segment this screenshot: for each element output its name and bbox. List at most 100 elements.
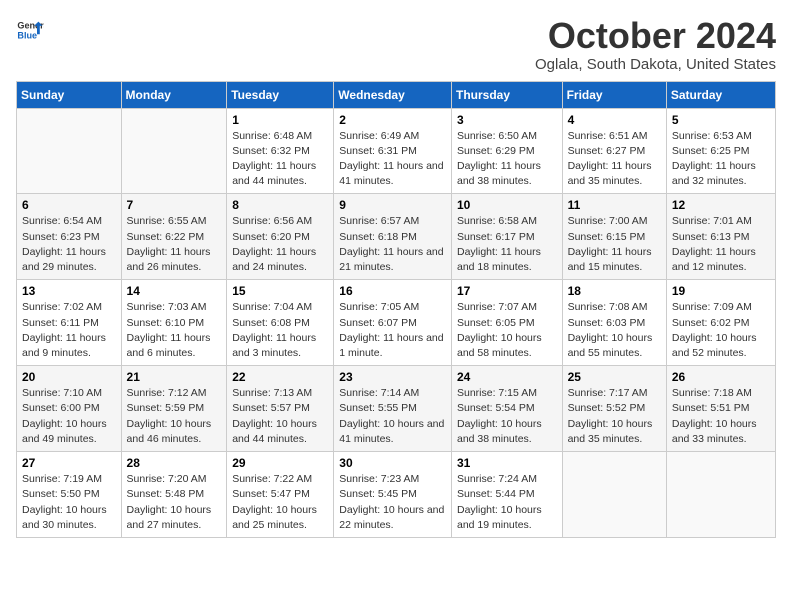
day-number: 9 — [339, 198, 446, 212]
calendar-day-cell: 22Sunrise: 7:13 AM Sunset: 5:57 PM Dayli… — [227, 366, 334, 452]
day-number: 20 — [22, 370, 116, 384]
calendar-day-cell: 27 Sunrise: 7:19 AM Sunset: 5:50 PM Dayli… — [17, 452, 122, 538]
day-number: 25 — [568, 370, 661, 384]
day-info: Sunrise: 6:49 AM Sunset: 6:31 PM Dayligh… — [339, 129, 446, 190]
logo: General Blue — [16, 16, 44, 44]
day-number: 10 — [457, 198, 557, 212]
day-info: Sunrise: 7:17 AM Sunset: 5:52 PM Dayligh… — [568, 386, 661, 447]
day-number: 29 — [232, 456, 328, 470]
day-info: Sunrise: 6:58 AM Sunset: 6:17 PM Dayligh… — [457, 214, 557, 275]
day-info: Sunrise: 7:10 AM Sunset: 6:00 PM Dayligh… — [22, 386, 116, 447]
day-number: 19 — [672, 284, 770, 298]
day-info: Sunrise: 7:04 AM Sunset: 6:08 PM Dayligh… — [232, 300, 328, 361]
day-info: Sunrise: 7:24 AM Sunset: 5:44 PM Dayligh… — [457, 472, 557, 533]
calendar-day-cell: 8 Sunrise: 6:56 AM Sunset: 6:20 PM Daylig… — [227, 194, 334, 280]
day-info: Sunrise: 6:51 AM Sunset: 6:27 PM Dayligh… — [568, 129, 661, 190]
calendar-day-cell: 2Sunrise: 6:49 AM Sunset: 6:31 PM Daylig… — [334, 108, 452, 194]
calendar-day-cell: 26Sunrise: 7:18 AM Sunset: 5:51 PM Dayli… — [666, 366, 775, 452]
day-number: 3 — [457, 113, 557, 127]
day-info: Sunrise: 7:19 AM Sunset: 5:50 PM Dayligh… — [22, 472, 116, 533]
calendar-day-cell: 19 Sunrise: 7:09 AM Sunset: 6:02 PM Dayli… — [666, 280, 775, 366]
day-number: 14 — [127, 284, 222, 298]
location: Oglala, South Dakota, United States — [535, 56, 776, 73]
day-number: 22 — [232, 370, 328, 384]
calendar-day-cell: 12Sunrise: 7:01 AM Sunset: 6:13 PM Dayli… — [666, 194, 775, 280]
day-info: Sunrise: 6:55 AM Sunset: 6:22 PM Dayligh… — [127, 214, 222, 275]
day-number: 1 — [232, 113, 328, 127]
month-title: October 2024 — [535, 16, 776, 56]
calendar-day-cell: 23 Sunrise: 7:14 AM Sunset: 5:55 PM Dayli… — [334, 366, 452, 452]
day-number: 26 — [672, 370, 770, 384]
day-info: Sunrise: 7:08 AM Sunset: 6:03 PM Dayligh… — [568, 300, 661, 361]
day-info: Sunrise: 7:05 AM Sunset: 6:07 PM Dayligh… — [339, 300, 446, 361]
calendar-day-cell: 24 Sunrise: 7:15 AM Sunset: 5:54 PM Dayli… — [451, 366, 562, 452]
calendar-day-cell — [17, 108, 122, 194]
calendar-day-cell: 3 Sunrise: 6:50 AM Sunset: 6:29 PM Daylig… — [451, 108, 562, 194]
day-number: 15 — [232, 284, 328, 298]
day-number: 5 — [672, 113, 770, 127]
day-of-week-header: Saturday — [666, 81, 775, 108]
day-number: 30 — [339, 456, 446, 470]
calendar-day-cell: 29 Sunrise: 7:22 AM Sunset: 5:47 PM Dayli… — [227, 452, 334, 538]
day-number: 28 — [127, 456, 222, 470]
day-info: Sunrise: 7:09 AM Sunset: 6:02 PM Dayligh… — [672, 300, 770, 361]
calendar-week-row: 13Sunrise: 7:02 AM Sunset: 6:11 PM Dayli… — [17, 280, 776, 366]
day-of-week-header: Friday — [562, 81, 666, 108]
calendar-day-cell: 31 Sunrise: 7:24 AM Sunset: 5:44 PM Dayli… — [451, 452, 562, 538]
day-number: 27 — [22, 456, 116, 470]
day-number: 6 — [22, 198, 116, 212]
day-info: Sunrise: 7:00 AM Sunset: 6:15 PM Dayligh… — [568, 214, 661, 275]
day-info: Sunrise: 7:23 AM Sunset: 5:45 PM Dayligh… — [339, 472, 446, 533]
day-info: Sunrise: 7:15 AM Sunset: 5:54 PM Dayligh… — [457, 386, 557, 447]
calendar-day-cell — [121, 108, 227, 194]
day-info: Sunrise: 6:56 AM Sunset: 6:20 PM Dayligh… — [232, 214, 328, 275]
day-info: Sunrise: 6:53 AM Sunset: 6:25 PM Dayligh… — [672, 129, 770, 190]
day-info: Sunrise: 7:14 AM Sunset: 5:55 PM Dayligh… — [339, 386, 446, 447]
day-info: Sunrise: 6:57 AM Sunset: 6:18 PM Dayligh… — [339, 214, 446, 275]
day-number: 8 — [232, 198, 328, 212]
day-info: Sunrise: 6:50 AM Sunset: 6:29 PM Dayligh… — [457, 129, 557, 190]
day-number: 7 — [127, 198, 222, 212]
calendar-day-cell: 16 Sunrise: 7:05 AM Sunset: 6:07 PM Dayli… — [334, 280, 452, 366]
day-number: 17 — [457, 284, 557, 298]
day-number: 24 — [457, 370, 557, 384]
day-info: Sunrise: 7:12 AM Sunset: 5:59 PM Dayligh… — [127, 386, 222, 447]
title-block: October 2024 Oglala, South Dakota, Unite… — [535, 16, 776, 73]
svg-text:Blue: Blue — [17, 30, 37, 40]
day-of-week-header: Wednesday — [334, 81, 452, 108]
calendar-day-cell: 9 Sunrise: 6:57 AM Sunset: 6:18 PM Daylig… — [334, 194, 452, 280]
logo-icon: General Blue — [16, 16, 44, 44]
calendar-day-cell: 15 Sunrise: 7:04 AM Sunset: 6:08 PM Dayli… — [227, 280, 334, 366]
day-number: 23 — [339, 370, 446, 384]
calendar-day-cell — [562, 452, 666, 538]
day-number: 16 — [339, 284, 446, 298]
calendar-day-cell: 25 Sunrise: 7:17 AM Sunset: 5:52 PM Dayli… — [562, 366, 666, 452]
calendar-day-cell: 18 Sunrise: 7:08 AM Sunset: 6:03 PM Dayli… — [562, 280, 666, 366]
calendar-day-cell: 20 Sunrise: 7:10 AM Sunset: 6:00 PM Dayli… — [17, 366, 122, 452]
calendar-week-row: 20 Sunrise: 7:10 AM Sunset: 6:00 PM Dayli… — [17, 366, 776, 452]
day-info: Sunrise: 7:02 AM Sunset: 6:11 PM Dayligh… — [22, 300, 116, 361]
calendar-week-row: 1 Sunrise: 6:48 AM Sunset: 6:32 PM Daylig… — [17, 108, 776, 194]
day-info: Sunrise: 6:48 AM Sunset: 6:32 PM Dayligh… — [232, 129, 328, 190]
day-info: Sunrise: 7:20 AM Sunset: 5:48 PM Dayligh… — [127, 472, 222, 533]
calendar-day-cell: 11 Sunrise: 7:00 AM Sunset: 6:15 PM Dayli… — [562, 194, 666, 280]
day-number: 21 — [127, 370, 222, 384]
day-of-week-header: Monday — [121, 81, 227, 108]
calendar-day-cell: 6Sunrise: 6:54 AM Sunset: 6:23 PM Daylig… — [17, 194, 122, 280]
day-of-week-header: Thursday — [451, 81, 562, 108]
calendar-day-cell: 7 Sunrise: 6:55 AM Sunset: 6:22 PM Daylig… — [121, 194, 227, 280]
calendar-day-cell: 10 Sunrise: 6:58 AM Sunset: 6:17 PM Dayli… — [451, 194, 562, 280]
day-number: 4 — [568, 113, 661, 127]
day-info: Sunrise: 7:07 AM Sunset: 6:05 PM Dayligh… — [457, 300, 557, 361]
calendar-week-row: 27 Sunrise: 7:19 AM Sunset: 5:50 PM Dayli… — [17, 452, 776, 538]
calendar-day-cell: 5 Sunrise: 6:53 AM Sunset: 6:25 PM Daylig… — [666, 108, 775, 194]
day-number: 11 — [568, 198, 661, 212]
day-info: Sunrise: 7:22 AM Sunset: 5:47 PM Dayligh… — [232, 472, 328, 533]
day-number: 12 — [672, 198, 770, 212]
calendar-table: SundayMondayTuesdayWednesdayThursdayFrid… — [16, 81, 776, 538]
header-row: SundayMondayTuesdayWednesdayThursdayFrid… — [17, 81, 776, 108]
day-number: 18 — [568, 284, 661, 298]
calendar-day-cell: 17 Sunrise: 7:07 AM Sunset: 6:05 PM Dayli… — [451, 280, 562, 366]
day-number: 31 — [457, 456, 557, 470]
page-header: General Blue October 2024 Oglala, South … — [16, 16, 776, 73]
